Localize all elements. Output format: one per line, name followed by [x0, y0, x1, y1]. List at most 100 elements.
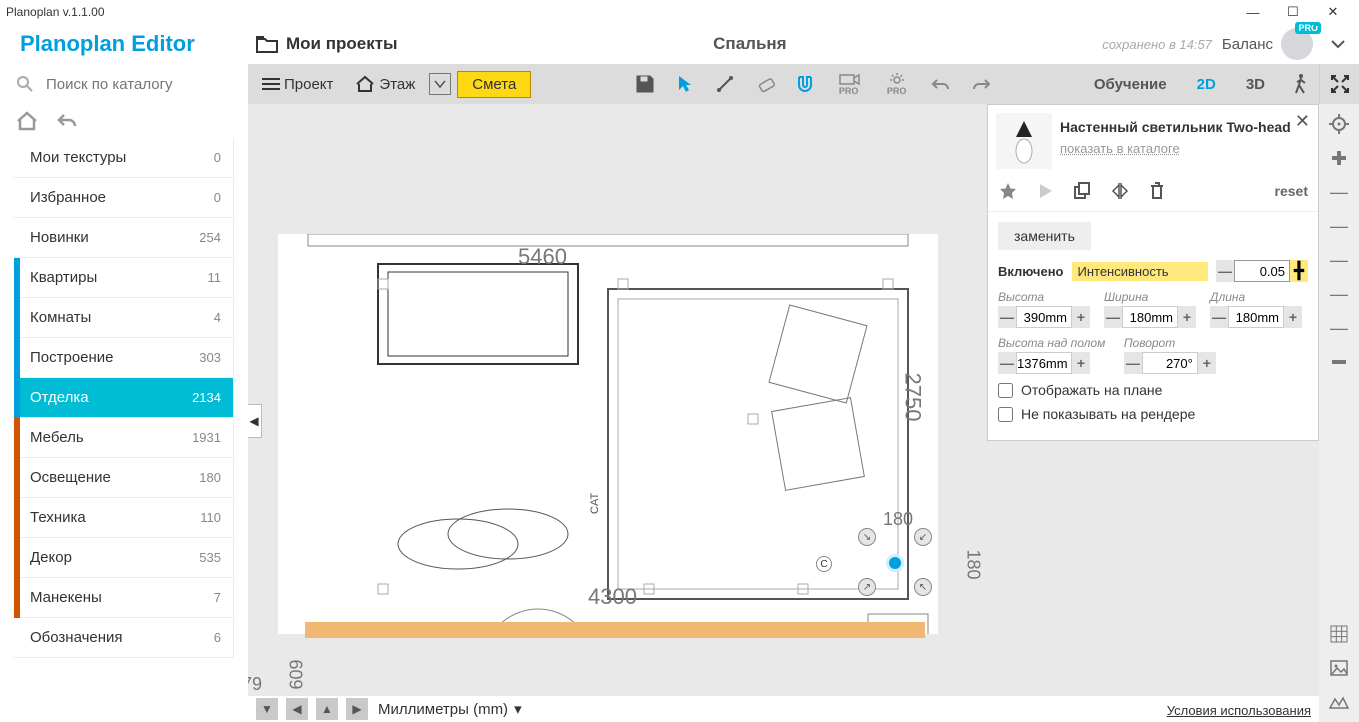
move-handle-icon[interactable] — [886, 554, 904, 572]
height-input[interactable] — [1016, 306, 1072, 328]
floor-down-button[interactable]: ▼ — [256, 698, 278, 720]
minus-icon[interactable]: — — [1216, 260, 1234, 282]
redo-icon[interactable] — [970, 73, 992, 95]
width-stepper[interactable]: —+ — [1104, 306, 1202, 328]
image-icon[interactable] — [1327, 656, 1351, 680]
rotate-handle-icon[interactable]: ↖ — [914, 578, 932, 596]
above-floor-stepper[interactable]: —+ — [998, 352, 1116, 374]
rotate-handle-icon[interactable]: ↙ — [914, 528, 932, 546]
floor-up-button[interactable]: ▲ — [316, 698, 338, 720]
eraser-icon[interactable] — [754, 73, 776, 95]
minus-icon[interactable]: — — [998, 352, 1016, 374]
sidebar-category[interactable]: Квартиры11 — [14, 258, 233, 298]
sidebar-category[interactable]: Мои текстуры0 — [14, 138, 233, 178]
terms-link[interactable]: Условия использования — [1167, 703, 1311, 718]
sidebar-category[interactable]: Освещение180 — [14, 458, 233, 498]
chevron-down-icon[interactable] — [1327, 33, 1349, 55]
plus-icon[interactable]: + — [1178, 306, 1196, 328]
save-icon[interactable] — [634, 73, 656, 95]
user-avatar[interactable]: PRO — [1281, 28, 1313, 60]
zoom-slider-tick[interactable]: — — [1327, 180, 1351, 204]
grid-icon[interactable] — [1327, 622, 1351, 646]
minus-icon[interactable]: — — [1104, 306, 1122, 328]
plus-icon[interactable]: ╋ — [1290, 260, 1308, 282]
zoom-slider-tick[interactable]: — — [1327, 316, 1351, 340]
view-3d-tab[interactable]: 3D — [1240, 76, 1271, 93]
length-stepper[interactable]: —+ — [1210, 306, 1308, 328]
draw-line-icon[interactable] — [714, 73, 736, 95]
width-input[interactable] — [1122, 306, 1178, 328]
intensity-input[interactable] — [1234, 260, 1290, 282]
minus-icon[interactable]: — — [1210, 306, 1228, 328]
minus-icon[interactable]: — — [998, 306, 1016, 328]
search-input[interactable] — [46, 76, 216, 93]
floorplan-canvas[interactable]: ◀ — [248, 104, 1319, 696]
undo-nav-icon[interactable] — [56, 112, 78, 130]
sidebar-category[interactable]: Манекены7 — [14, 578, 233, 618]
rotation-input[interactable] — [1142, 352, 1198, 374]
pointer-icon[interactable] — [674, 73, 696, 95]
reset-button[interactable]: reset — [1275, 183, 1308, 199]
window-close-icon[interactable]: ✕ — [1313, 0, 1353, 24]
walk-icon[interactable] — [1289, 73, 1311, 95]
units-selector[interactable]: Миллиметры (mm) ▾ — [378, 696, 522, 722]
plus-icon[interactable]: + — [1198, 352, 1216, 374]
play-icon[interactable] — [1036, 182, 1054, 200]
sidebar-category[interactable]: Новинки254 — [14, 218, 233, 258]
rotation-stepper[interactable]: —+ — [1124, 352, 1216, 374]
sidebar-collapse-toggle[interactable]: ◀ — [248, 404, 262, 438]
zoom-out-icon[interactable] — [1327, 350, 1351, 374]
show-on-plan-checkbox[interactable]: Отображать на плане — [998, 382, 1308, 398]
plus-icon[interactable]: + — [1072, 352, 1090, 374]
sidebar-category[interactable]: Мебель1931 — [14, 418, 233, 458]
floor-dropdown-icon[interactable] — [429, 73, 451, 95]
delete-icon[interactable] — [1148, 181, 1166, 201]
height-stepper[interactable]: —+ — [998, 306, 1096, 328]
sidebar-category[interactable]: Техника110 — [14, 498, 233, 538]
window-maximize-icon[interactable]: ☐ — [1273, 0, 1313, 24]
plus-icon[interactable]: + — [1072, 306, 1090, 328]
zoom-slider-tick[interactable]: — — [1327, 214, 1351, 238]
catalog-link[interactable]: показать в каталоге — [1060, 141, 1310, 156]
intensity-stepper[interactable]: — ╋ — [1216, 260, 1308, 282]
fullscreen-button[interactable] — [1319, 64, 1359, 104]
training-link[interactable]: Обучение — [1088, 76, 1173, 93]
sidebar-category[interactable]: Избранное0 — [14, 178, 233, 218]
close-icon[interactable]: ✕ — [1295, 111, 1310, 132]
view-2d-tab[interactable]: 2D — [1191, 76, 1222, 93]
estimate-button[interactable]: Смета — [457, 71, 531, 98]
prev-button[interactable]: ◀ — [286, 698, 308, 720]
locate-icon[interactable] — [1327, 112, 1351, 136]
next-button[interactable]: ▶ — [346, 698, 368, 720]
selection-gizmo[interactable]: ↘ ↙ ↗ ↖ C — [846, 534, 936, 594]
magnet-icon[interactable] — [794, 73, 816, 95]
rotate-handle-icon[interactable]: ↘ — [858, 528, 876, 546]
length-input[interactable] — [1228, 306, 1284, 328]
undo-icon[interactable] — [930, 73, 952, 95]
sidebar-category[interactable]: Отделка2134 — [14, 378, 233, 418]
rotate-handle-icon[interactable]: ↗ — [858, 578, 876, 596]
duplicate-icon[interactable] — [1072, 181, 1092, 201]
hide-on-render-checkbox[interactable]: Не показывать на рендере — [998, 406, 1308, 422]
window-minimize-icon[interactable]: — — [1233, 0, 1273, 24]
sun-pro-icon[interactable]: PRO — [882, 72, 912, 96]
plus-icon[interactable]: + — [1284, 306, 1302, 328]
zoom-in-icon[interactable] — [1327, 146, 1351, 170]
replace-button[interactable]: заменить — [998, 222, 1091, 250]
favorite-icon[interactable] — [998, 181, 1018, 201]
zoom-slider-tick[interactable]: — — [1327, 248, 1351, 272]
project-menu[interactable]: Проект — [254, 72, 341, 97]
copy-handle-icon[interactable]: C — [816, 556, 832, 572]
balance-link[interactable]: Баланс — [1222, 36, 1273, 53]
landscape-icon[interactable] — [1327, 690, 1351, 714]
sidebar-category[interactable]: Декор535 — [14, 538, 233, 578]
sidebar-category[interactable]: Комнаты4 — [14, 298, 233, 338]
floor-menu[interactable]: Этаж — [347, 71, 423, 97]
camera-pro-icon[interactable]: PRO — [834, 72, 864, 96]
above-floor-input[interactable] — [1016, 352, 1072, 374]
sidebar-category[interactable]: Обозначения6 — [14, 618, 233, 658]
home-icon[interactable] — [16, 111, 38, 131]
minus-icon[interactable]: — — [1124, 352, 1142, 374]
mirror-icon[interactable] — [1110, 181, 1130, 201]
my-projects-link[interactable]: Мои проекты — [248, 33, 398, 55]
